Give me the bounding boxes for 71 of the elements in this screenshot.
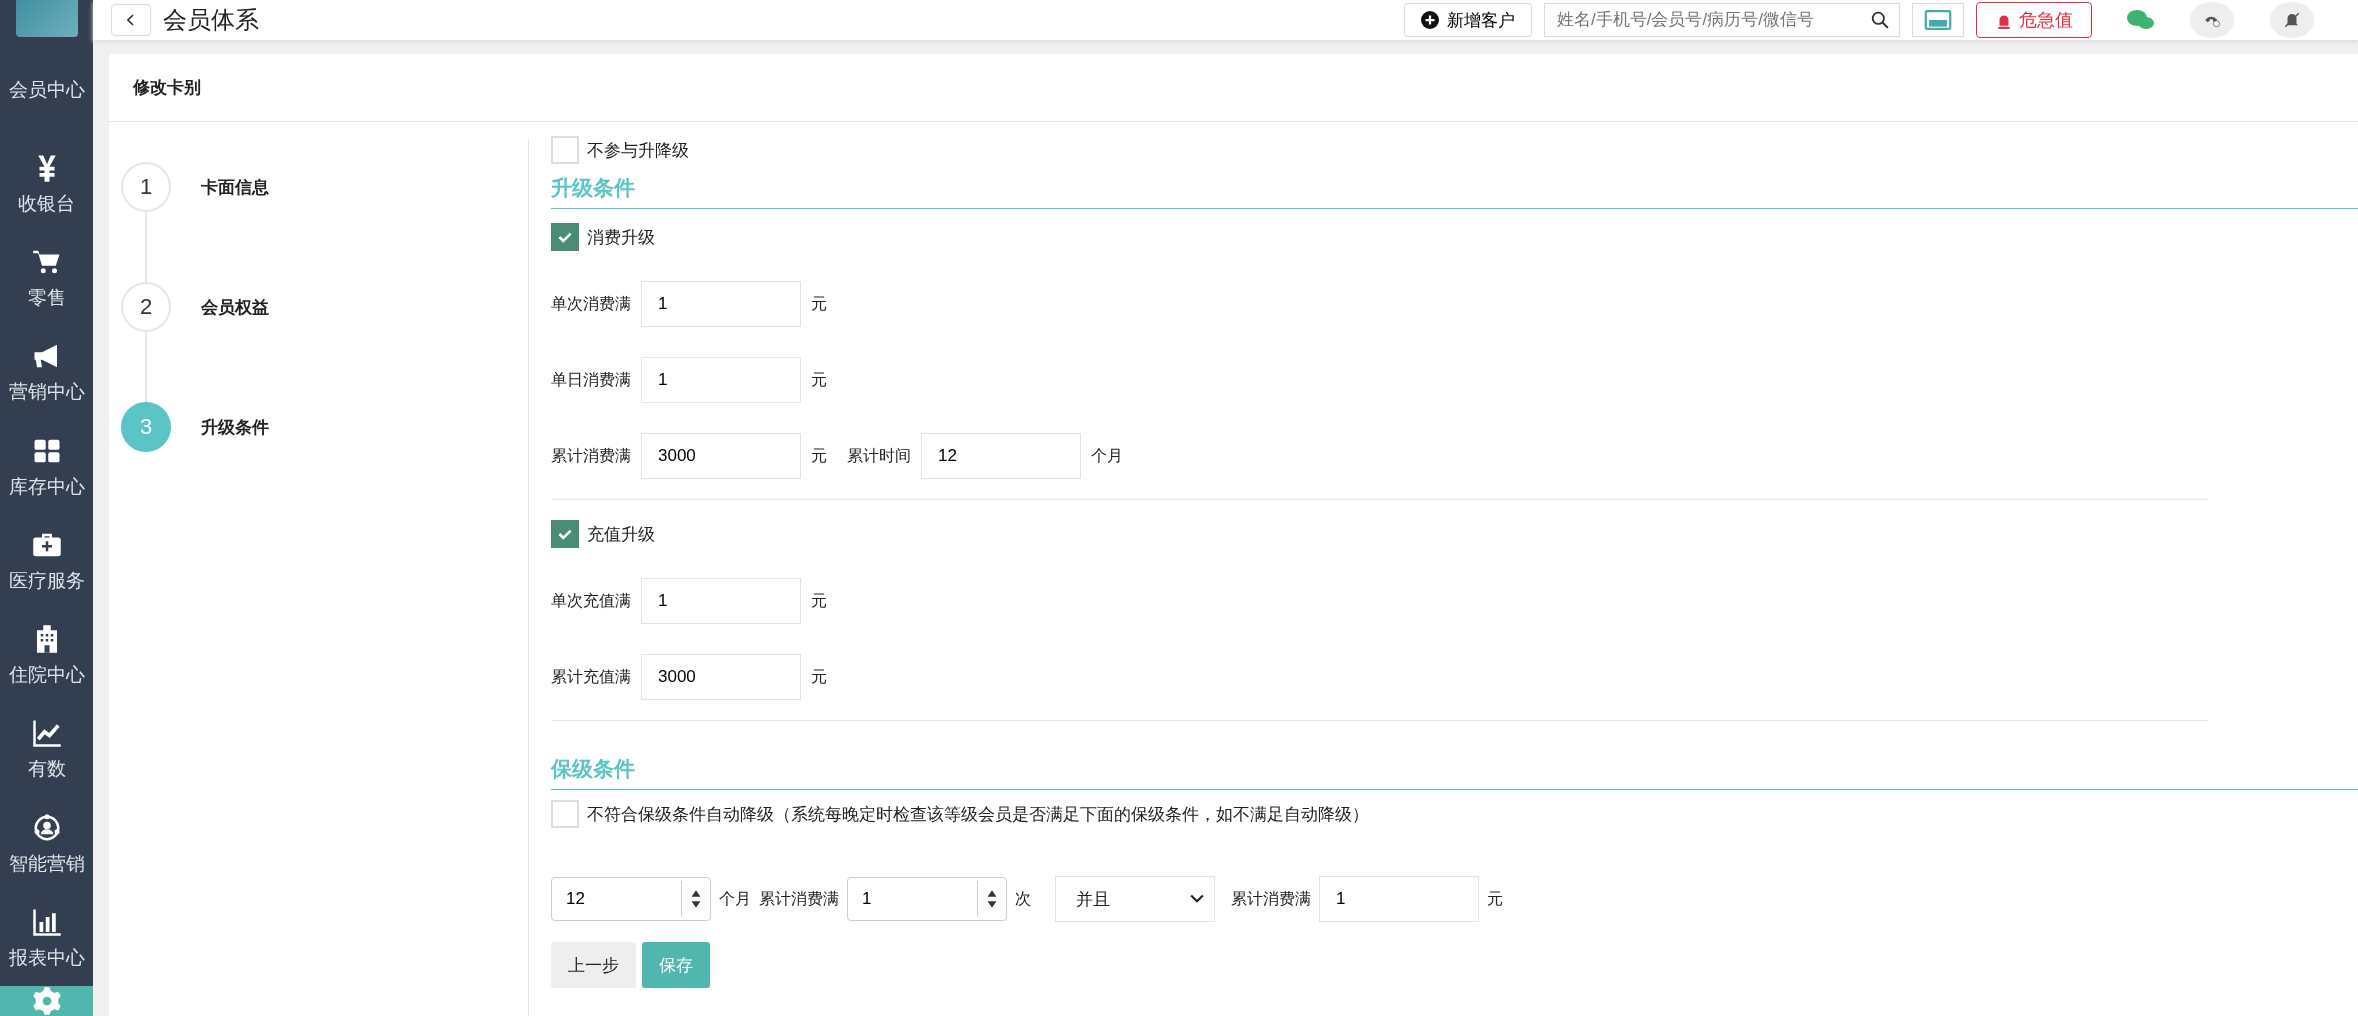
field-label: 单次消费满 [551, 293, 631, 314]
step-number[interactable]: 2 [121, 282, 171, 332]
sidebar-item[interactable]: 营销中心 [0, 326, 93, 421]
up-down-arrows-icon [690, 888, 702, 910]
sidebar-item[interactable]: 智能营销 [0, 797, 93, 892]
card-title: 修改卡别 [133, 78, 201, 97]
logic-dropdown[interactable]: 并且 [1055, 876, 1215, 922]
unit-label: 元 [811, 293, 827, 314]
field-label: 累计消费满 [759, 888, 839, 909]
step-label: 升级条件 [201, 416, 269, 439]
input-field[interactable]: 3000 [641, 654, 801, 700]
checkbox-label: 不参与升降级 [587, 139, 689, 162]
step-label: 卡面信息 [201, 176, 269, 199]
previous-step-button[interactable]: 上一步 [551, 942, 636, 988]
sidebar-item[interactable]: 会员中心 [0, 43, 93, 138]
input-field[interactable]: 1 [641, 357, 801, 403]
unit-label: 元 [811, 666, 827, 687]
number-stepper[interactable]: 1 [847, 877, 1007, 921]
page-title: 会员体系 [163, 5, 259, 35]
chat-bubbles-icon [2126, 8, 2156, 32]
checkbox[interactable] [551, 223, 579, 251]
sidebar-item[interactable]: 库存中心 [0, 420, 93, 515]
phone-clock-button[interactable] [2190, 2, 2234, 38]
bell-off-button[interactable] [2270, 2, 2314, 38]
input-field[interactable]: 1 [641, 281, 801, 327]
field-label: 累计消费满 [1231, 888, 1311, 909]
field-label: 累计时间 [847, 445, 911, 466]
sidebar-item[interactable]: 收银台 [0, 137, 93, 232]
sidebar-item[interactable]: 零售 [0, 231, 93, 327]
field-label: 累计消费满 [551, 445, 631, 466]
sidebar-item[interactable]: 医疗服务 [0, 514, 93, 609]
input-field[interactable]: 1 [1319, 876, 1479, 922]
step-label: 会员权益 [201, 296, 269, 319]
logo-image [15, 0, 78, 38]
checkbox[interactable] [551, 520, 579, 548]
unit-label: 个月 [719, 888, 751, 909]
section-heading: 保级条件 [551, 745, 2358, 790]
sidebar-item[interactable]: 住院中心 [0, 608, 93, 704]
search-field[interactable]: 姓名/手机号/会员号/病历号/微信号 [1544, 3, 1900, 37]
back-button[interactable] [111, 4, 151, 36]
unit-label: 元 [811, 590, 827, 611]
checkbox-label: 不符合保级条件自动降级（系统每晚定时检查该等级会员是否满足下面的保级条件，如不满足自动降级） [587, 803, 1369, 826]
sidebar-item[interactable] [0, 985, 93, 1016]
critical-value-button[interactable]: 危急值 [1976, 2, 2092, 38]
input-field[interactable]: 1 [641, 578, 801, 624]
unit-label: 个月 [1091, 445, 1123, 466]
field-label: 单日消费满 [551, 369, 631, 390]
chevron-left-icon [127, 14, 135, 26]
unit-label: 元 [811, 445, 827, 466]
checkbox-label: 消费升级 [587, 226, 655, 249]
bell-off-icon [2283, 11, 2301, 29]
chevron-down-icon [1190, 894, 1204, 904]
input-field[interactable]: 12 [921, 433, 1081, 479]
plus-circle-icon [1421, 11, 1439, 29]
add-customer-button[interactable]: 新增客户 [1404, 3, 1532, 37]
id-card-button[interactable] [1912, 3, 1964, 37]
section-heading: 升级条件 [551, 164, 2358, 209]
unit-label: 次 [1015, 888, 1031, 909]
field-label: 累计充值满 [551, 666, 631, 687]
sidebar-item[interactable]: 有数 [0, 703, 93, 798]
search-icon [1871, 11, 1889, 29]
number-stepper[interactable]: 12 [551, 877, 711, 921]
field-label: 单次充值满 [551, 590, 631, 611]
unit-label: 元 [811, 369, 827, 390]
up-down-arrows-icon [986, 888, 998, 910]
unit-label: 元 [1487, 888, 1503, 909]
id-card-icon [1924, 10, 1952, 30]
checkbox-label: 充值升级 [587, 523, 655, 546]
sidebar-item[interactable]: 报表中心 [0, 891, 93, 986]
input-field[interactable]: 3000 [641, 433, 801, 479]
step-number[interactable]: 1 [121, 162, 171, 212]
